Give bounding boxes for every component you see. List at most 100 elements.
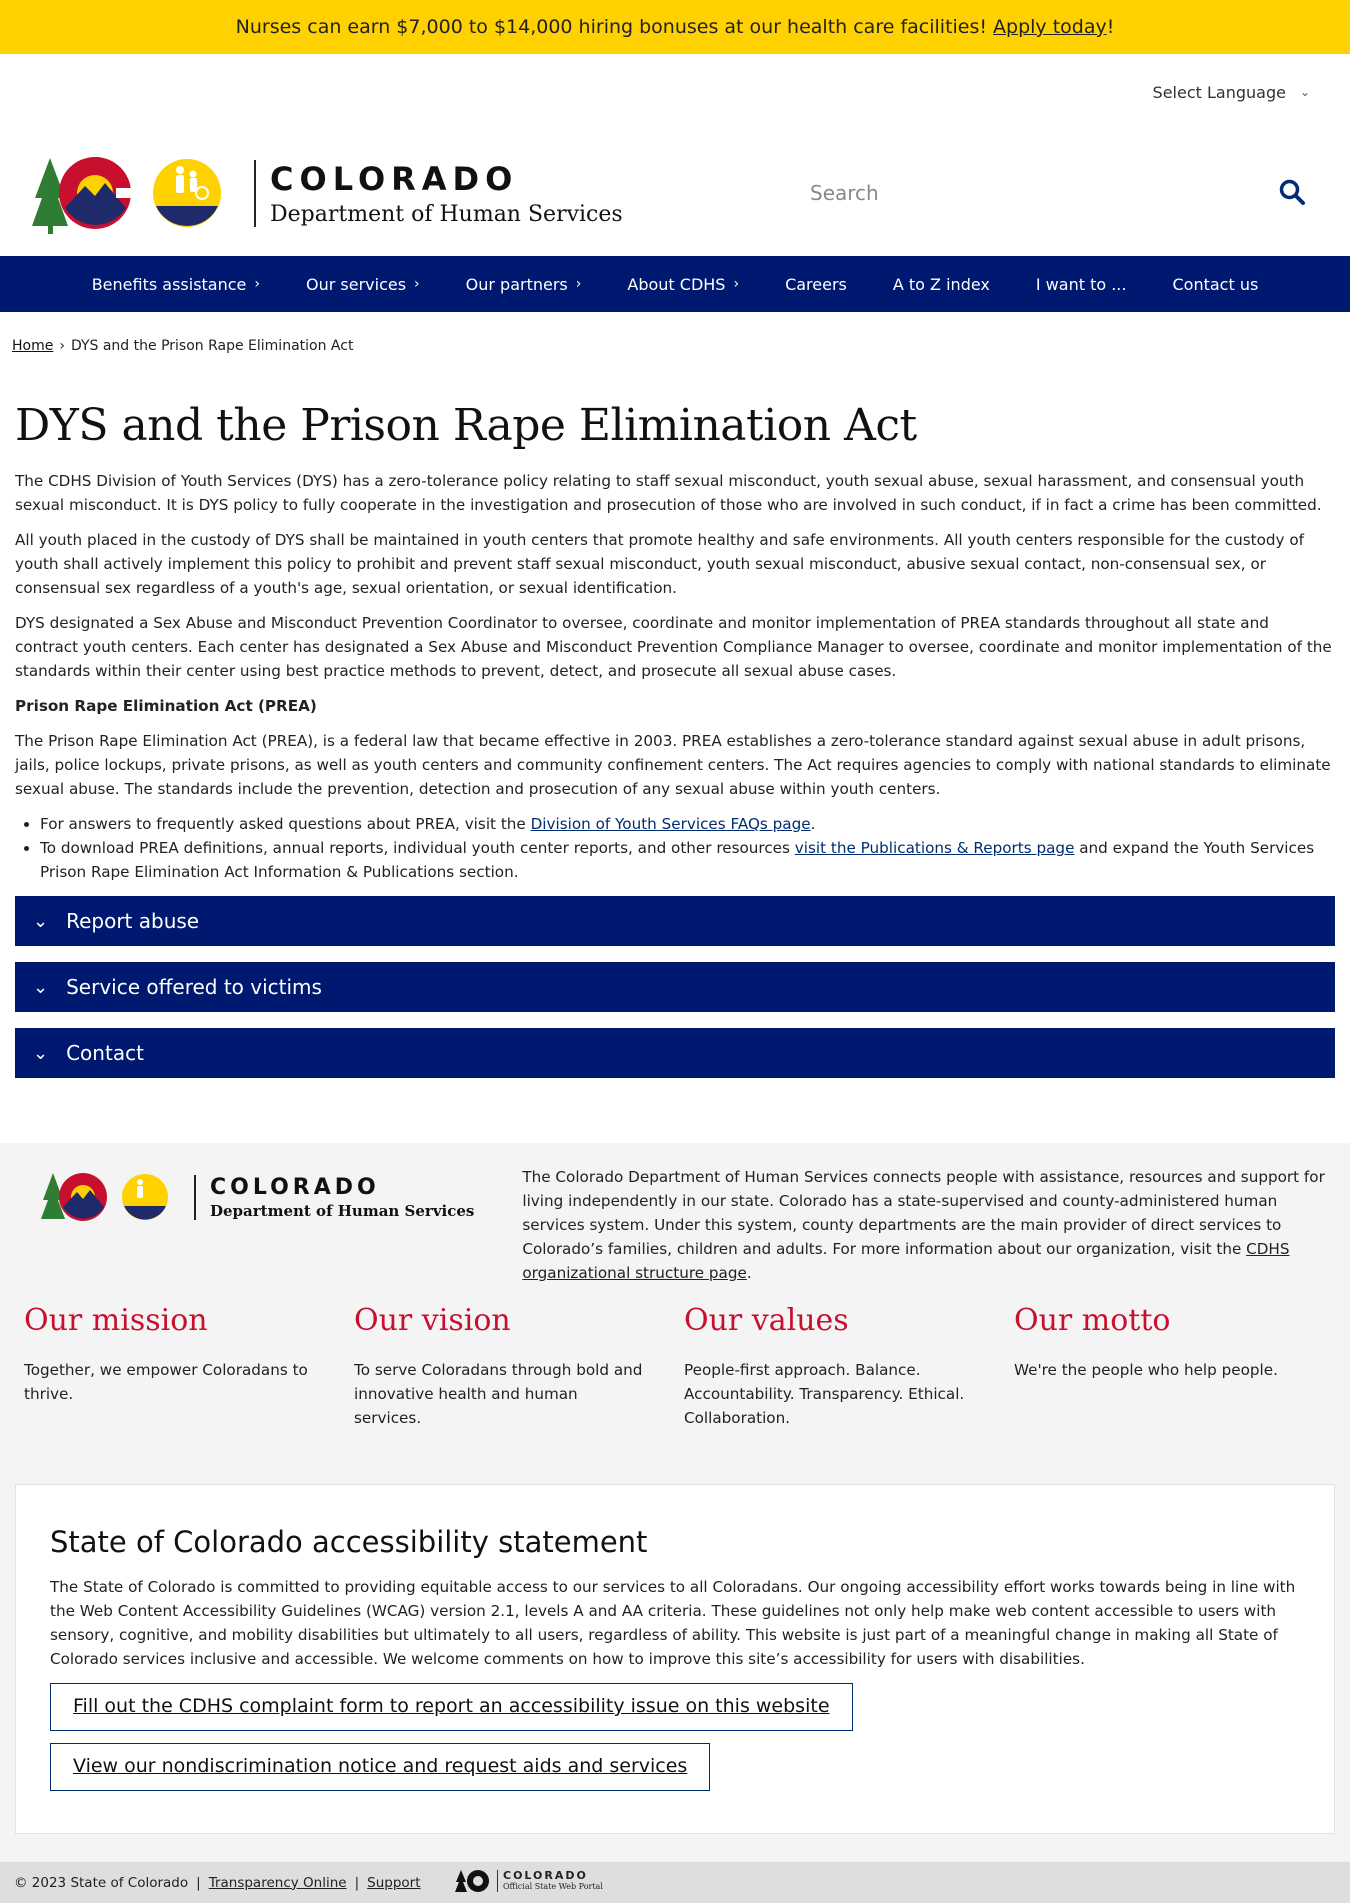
nav-label: I want to ... xyxy=(1035,274,1127,294)
chevron-down-icon: ⌄ xyxy=(1299,85,1310,99)
footer-logo-subtitle: Department of Human Services xyxy=(210,1201,475,1220)
nav-label: About CDHS xyxy=(627,274,726,294)
banner-text: Nurses can earn $7,000 to $14,000 hiring… xyxy=(235,16,988,38)
banner-tail: ! xyxy=(1106,16,1115,38)
search-input[interactable] xyxy=(810,181,1250,205)
nav-a-to-z-index[interactable]: A to Z index xyxy=(870,275,1013,294)
breadcrumb-home-link[interactable]: Home xyxy=(12,338,53,354)
list-text: . xyxy=(810,815,816,833)
copyright-text: © 2023 State of Colorado xyxy=(14,1874,189,1891)
accessibility-statement: State of Colorado accessibility statemen… xyxy=(15,1484,1335,1834)
nav-about-cdhs[interactable]: About CDHS › xyxy=(604,275,762,294)
chevron-right-icon: › xyxy=(254,276,260,292)
pipe-divider: | xyxy=(354,1874,360,1891)
list-text: For answers to frequently asked question… xyxy=(40,815,531,833)
publications-reports-link[interactable]: visit the Publications & Reports page xyxy=(795,839,1075,857)
value-text: Together, we empower Coloradans to thriv… xyxy=(24,1361,308,1403)
logo-text: COLORADO Department of Human Services xyxy=(254,159,623,227)
chevron-right-icon: › xyxy=(575,276,582,292)
footer-logo-text: COLORADO Department of Human Services xyxy=(194,1174,475,1220)
support-link[interactable]: Support xyxy=(367,1875,420,1891)
cdhs-logo[interactable]: COLORADO Department of Human Services xyxy=(30,148,623,238)
apply-today-link[interactable]: Apply today xyxy=(993,16,1107,38)
value-text: People-first approach. Balance. Accounta… xyxy=(684,1361,965,1427)
accordion-label: Contact xyxy=(66,1041,144,1065)
nav-label: Our services xyxy=(306,274,407,294)
pipe-divider: | xyxy=(196,1874,201,1891)
motto-block: Our motto We're the people who help peopl… xyxy=(1014,1303,1344,1430)
nav-label: A to Z index xyxy=(892,274,990,294)
accordion-contact[interactable]: ⌄ Contact xyxy=(15,1028,1335,1078)
nondiscrimination-button[interactable]: View our nondiscrimination notice and re… xyxy=(50,1743,711,1791)
site-header: COLORADO Department of Human Services xyxy=(0,130,1350,256)
search-bar xyxy=(810,168,1310,218)
colorado-c-logo-icon xyxy=(32,157,221,234)
nav-i-want-to[interactable]: I want to ... xyxy=(1013,275,1150,294)
chevron-down-icon: ⌄ xyxy=(33,976,49,998)
nav-label: Our partners xyxy=(465,274,568,294)
accordion-service-offered-to-victims[interactable]: ⌄ Service offered to victims xyxy=(15,962,1335,1012)
chevron-right-icon: › xyxy=(414,276,420,292)
mission-block: Our mission Together, we empower Colorada… xyxy=(24,1303,354,1430)
transparency-online-link[interactable]: Transparency Online xyxy=(209,1875,347,1891)
portal-title: COLORADO xyxy=(503,1869,588,1882)
custody-paragraph: All youth placed in the custody of DYS s… xyxy=(15,531,1304,597)
nav-benefits-assistance[interactable]: Benefits assistance › xyxy=(69,275,283,294)
nav-label: Benefits assistance xyxy=(91,274,247,294)
accessibility-text: The State of Colorado is committed to pr… xyxy=(50,1578,1296,1668)
language-selector[interactable]: Select Language ⌄ xyxy=(0,54,1350,130)
nav-our-services[interactable]: Our services › xyxy=(283,275,443,294)
breadcrumb-separator: › xyxy=(59,338,65,354)
chevron-down-icon: ⌄ xyxy=(33,910,49,932)
copyright-bar: © 2023 State of Colorado | Transparency … xyxy=(0,1862,1350,1903)
hiring-banner: Nurses can earn $7,000 to $14,000 hiring… xyxy=(0,0,1350,54)
portal-subtitle: Official State Web Portal xyxy=(503,1882,603,1891)
footer-top: COLORADO Department of Human Services Th… xyxy=(0,1143,1350,1303)
accordion-report-abuse[interactable]: ⌄ Report abuse xyxy=(15,896,1335,946)
search-icon xyxy=(1279,179,1305,205)
value-text: To serve Coloradans through bold and inn… xyxy=(354,1361,643,1427)
prea-paragraph: The Prison Rape Elimination Act (PREA), … xyxy=(15,732,1331,798)
footer-about-text: The Colorado Department of Human Service… xyxy=(522,1168,1325,1258)
nav-label: Contact us xyxy=(1172,274,1259,294)
state-portal-logo[interactable]: COLORADO Official State Web Portal xyxy=(455,1868,603,1894)
vision-block: Our vision To serve Coloradans through bo… xyxy=(354,1303,684,1430)
logo-title: COLORADO xyxy=(270,159,519,198)
accessibility-title: State of Colorado accessibility statemen… xyxy=(50,1525,648,1559)
breadcrumb: Home › DYS and the Prison Rape Elimination… xyxy=(0,312,1350,380)
nav-contact-us[interactable]: Contact us xyxy=(1149,275,1281,294)
footer-about: The Colorado Department of Human Service… xyxy=(522,1165,1332,1303)
portal-text: COLORADO Official State Web Portal xyxy=(497,1870,603,1892)
resource-list: For answers to frequently asked question… xyxy=(15,812,1335,884)
dys-faqs-link[interactable]: Division of Youth Services FAQs page xyxy=(531,815,811,833)
list-item: To download PREA definitions, annual rep… xyxy=(40,836,1335,884)
value-text: We're the people who help people. xyxy=(1014,1361,1278,1379)
nav-careers[interactable]: Careers xyxy=(762,275,870,294)
list-item: For answers to frequently asked question… xyxy=(40,812,1335,836)
accordion-label: Service offered to victims xyxy=(66,975,322,999)
values-row: Our mission Together, we empower Colorada… xyxy=(0,1303,1350,1430)
value-title: Our motto xyxy=(1014,1303,1171,1338)
colorado-c-logo-icon xyxy=(41,1173,168,1221)
language-label: Select Language xyxy=(1152,82,1286,102)
nav-label: Careers xyxy=(785,274,847,294)
values-block: Our values People-first approach. Balance… xyxy=(684,1303,1014,1430)
prea-subheading: Prison Rape Elimination Act (PREA) xyxy=(15,697,317,715)
intro-paragraph: The CDHS Division of Youth Services (DYS… xyxy=(15,472,1322,514)
logo-subtitle: Department of Human Services xyxy=(270,201,623,227)
main-content: DYS and the Prison Rape Elimination Act … xyxy=(0,400,1350,1078)
footer-logo[interactable]: COLORADO Department of Human Services xyxy=(40,1165,474,1229)
complaint-form-button[interactable]: Fill out the CDHS complaint form to repo… xyxy=(50,1683,853,1731)
colorado-portal-icon xyxy=(455,1870,489,1892)
footer-about-end: . xyxy=(746,1264,752,1282)
value-title: Our vision xyxy=(354,1303,511,1338)
breadcrumb-current: DYS and the Prison Rape Elimination Act xyxy=(70,338,354,354)
value-title: Our values xyxy=(684,1303,849,1338)
site-footer: COLORADO Department of Human Services Th… xyxy=(0,1143,1350,1882)
nav-our-partners[interactable]: Our partners › xyxy=(443,275,605,294)
value-title: Our mission xyxy=(24,1303,208,1338)
footer-logo-title: COLORADO xyxy=(210,1174,380,1200)
list-text: To download PREA definitions, annual rep… xyxy=(40,839,795,857)
search-button[interactable] xyxy=(1274,175,1310,211)
accordion-label: Report abuse xyxy=(66,909,200,933)
